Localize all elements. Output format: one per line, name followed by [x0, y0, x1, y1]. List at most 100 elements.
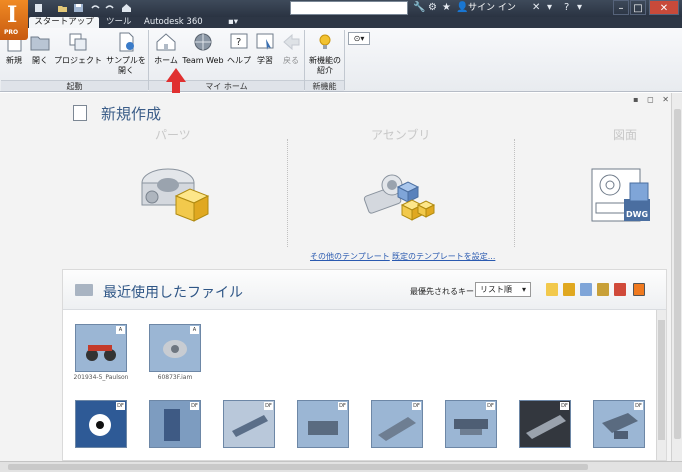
group-label-launch: 起動 [1, 80, 148, 91]
favorites-icon[interactable]: ★ [442, 1, 451, 15]
subscription-icon[interactable]: ⚙ [428, 1, 437, 15]
back-button[interactable]: 戻る [279, 31, 303, 81]
app-logo-letter: I [7, 2, 18, 28]
minimize-button[interactable]: – [613, 0, 629, 15]
open-button-label: 開く [32, 56, 48, 65]
back-button-label: 戻る [283, 56, 299, 65]
file-type-badge: DF [338, 402, 347, 410]
ribbon-panel: 新規 開く プロジェクト サンプルを 開く ホーム Team Web ? ヘルプ … [0, 28, 682, 92]
assembly-template-icon[interactable] [362, 161, 438, 223]
recent-file-thumbnail[interactable]: DF [371, 400, 423, 448]
recent-file-thumbnail[interactable]: DF [593, 400, 645, 448]
scrollbar-thumb[interactable] [8, 464, 588, 470]
recent-file-thumbnail[interactable]: DF [149, 400, 201, 448]
file-type-badge: DF [486, 402, 495, 410]
tab-tools[interactable]: ツール [102, 17, 136, 28]
home-icon [156, 33, 176, 51]
open-sample-button[interactable]: サンプルを 開く [104, 31, 148, 81]
learn-button[interactable]: 学習 [253, 31, 277, 81]
home-quick-icon[interactable] [121, 3, 132, 13]
open-button[interactable]: 開く [28, 31, 52, 81]
file-type-badge: DF [116, 402, 125, 410]
help-button-label: ヘルプ [227, 56, 251, 65]
drawing-template-icon[interactable]: DWG [588, 163, 658, 227]
file-type-badge: DF [264, 402, 273, 410]
open-sample-icon [119, 32, 134, 52]
home-page: ▪ ◻ ✕ 新規作成 パーツ アセンブリ 図面 DWG その他のテンプレート 既… [0, 93, 682, 461]
chevron-down-icon: ▾ [521, 285, 526, 294]
globe-icon [194, 33, 212, 51]
main-vertical-scrollbar[interactable] [671, 93, 682, 461]
view-grid-icon[interactable] [633, 283, 645, 296]
ribbon-options-dropdown[interactable]: ⊙▾ [348, 32, 370, 45]
recent-file-name[interactable]: 60873F.iam [145, 374, 205, 381]
view-save-icon[interactable] [614, 283, 626, 296]
scrollbar-thumb[interactable] [658, 320, 665, 440]
scrollbar-thumb[interactable] [674, 109, 681, 439]
close-button[interactable]: ✕ [649, 0, 679, 15]
user-icon[interactable]: 👤 [456, 1, 468, 15]
project-button-label: プロジェクト [54, 56, 102, 65]
project-button[interactable]: プロジェクト [52, 31, 104, 81]
horizontal-scrollbar[interactable] [0, 461, 682, 472]
team-web-label: Team Web [182, 56, 224, 65]
sort-select[interactable]: リスト順 ▾ [475, 282, 531, 297]
recent-files-panel: 最近使用したファイル 最優先されるキー リスト順 ▾ A 201934-5_Pa… [62, 269, 667, 461]
part-template-icon[interactable] [138, 161, 212, 223]
file-type-badge: A [190, 326, 199, 334]
binoculars-icon[interactable]: 🔧 [413, 1, 425, 15]
file-type-badge: A [116, 326, 125, 334]
file-type-badge: DF [634, 402, 643, 410]
recent-file-thumbnail[interactable]: A [149, 324, 201, 372]
redo-icon[interactable] [104, 3, 115, 13]
sort-label: 最優先されるキー [410, 287, 474, 296]
exchange-icon[interactable]: ✕ [532, 1, 540, 15]
new-section-title: 新規作成 [101, 105, 162, 123]
folder-icon [75, 284, 93, 296]
new-features-label: 新機能の 紹介 [309, 56, 341, 75]
help-chevron-icon[interactable]: ▾ [577, 1, 582, 15]
recent-file-thumbnail[interactable]: A [75, 324, 127, 372]
app-logo-pro: PRO [4, 29, 19, 36]
new-button-label: 新規 [6, 56, 22, 65]
window-controls[interactable]: ▪ ◻ ✕ [633, 95, 672, 104]
restore-button[interactable]: □ [630, 0, 646, 15]
new-quick-icon[interactable] [33, 3, 44, 13]
recent-file-thumbnail[interactable]: DF [223, 400, 275, 448]
help-icon: ? [230, 33, 248, 49]
tab-autodesk-360[interactable]: Autodesk 360 [140, 17, 207, 28]
template-label-part: パーツ [155, 128, 191, 142]
dropdown-chevron-icon[interactable]: ▾ [547, 1, 552, 15]
view-presentation-icon[interactable] [580, 283, 592, 296]
template-label-drawing: 図面 [613, 128, 638, 142]
back-icon [283, 33, 300, 51]
team-web-button[interactable]: Team Web [181, 31, 225, 81]
search-input[interactable] [290, 1, 408, 15]
title-bar: 🔧 ⚙ ★ 👤 サイン イン ✕ ▾ ? ▾ – □ ✕ [0, 0, 682, 17]
undo-icon[interactable] [90, 3, 101, 13]
recent-file-thumbnail[interactable]: DF [519, 400, 571, 448]
view-parts-icon[interactable] [546, 283, 558, 296]
recent-file-thumbnail[interactable]: DF [297, 400, 349, 448]
other-templates-link[interactable]: その他のテンプレート [310, 251, 390, 262]
new-features-button[interactable]: 新機能の 紹介 [306, 31, 344, 81]
save-quick-icon[interactable] [73, 3, 84, 13]
set-default-template-link[interactable]: 既定のテンプレートを設定... [392, 251, 495, 262]
svg-text:?: ? [236, 37, 241, 48]
learn-button-label: 学習 [257, 56, 273, 65]
tab-startup[interactable]: スタートアップ [29, 17, 99, 28]
open-quick-icon[interactable] [57, 3, 68, 13]
recent-file-thumbnail[interactable]: DF [445, 400, 497, 448]
recent-files-scrollbar[interactable] [656, 310, 666, 460]
tab-options-icon[interactable]: ▪▾ [224, 17, 242, 28]
view-drawing-icon[interactable] [597, 283, 609, 296]
recent-file-thumbnail[interactable]: DF [75, 400, 127, 448]
signin-label[interactable]: サイン イン [468, 1, 516, 15]
app-menu-button[interactable]: I PRO [0, 0, 28, 40]
group-label-new-features: 新機能 [305, 80, 344, 91]
view-assembly-icon[interactable] [563, 283, 575, 296]
help-quick-icon[interactable]: ? [564, 1, 569, 15]
help-button[interactable]: ? ヘルプ [225, 31, 253, 81]
file-type-badge: DF [560, 402, 569, 410]
recent-file-name[interactable]: 201934-5_Paulson [71, 374, 131, 381]
